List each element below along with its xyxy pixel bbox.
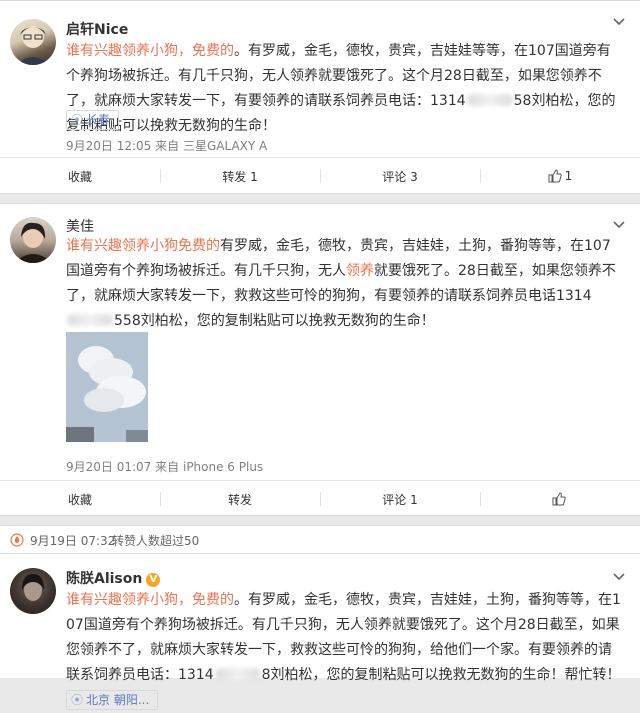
source-prefix: 来自 — [155, 460, 180, 474]
favorite-button[interactable]: 收藏 — [0, 158, 160, 194]
chevron-down-icon[interactable] — [612, 218, 626, 232]
weibo-post-3: 陈朕Alison V 谁有兴趣领养小狗，免费的。有罗威，金毛，德牧，贵宾，吉娃娃，… — [0, 553, 640, 710]
post-meta: 9月20日 01:07 来自 iPhone 6 Plus — [66, 458, 263, 475]
redacted-number — [466, 94, 513, 106]
avatar[interactable] — [10, 568, 56, 614]
like-button[interactable] — [480, 481, 640, 517]
author-name[interactable]: 美佳 — [66, 216, 94, 236]
trending-banner: 9月19日 07:32 转赞人数超过50 — [0, 525, 640, 555]
avatar[interactable] — [10, 217, 56, 263]
action-bar: 收藏 转发 1 评论 3 1 — [0, 157, 640, 194]
banner-text: 转赞人数超过50 — [112, 534, 200, 548]
thumbs-up-icon — [552, 492, 566, 506]
source-prefix: 来自 — [155, 139, 180, 153]
location-badge[interactable]: ⦿ 北京 朝阳... — [66, 690, 159, 710]
comment-button[interactable]: 评论 3 — [320, 158, 480, 194]
author-name[interactable]: 陈朕Alison V — [66, 568, 161, 588]
author-name[interactable]: 启轩Nice — [66, 19, 128, 39]
post-time[interactable]: 9月20日 12:05 — [66, 139, 151, 153]
post-text: 谁有兴趣领养小狗免费的有罗威，金毛，德牧，贵宾，吉娃娃，土狗，番狗等等，在107… — [66, 238, 616, 329]
fire-icon — [10, 533, 24, 547]
repost-button[interactable]: 转发 1 — [160, 158, 320, 194]
post-text-highlight[interactable]: 谁有兴趣领养小狗，免费的 — [66, 43, 234, 59]
location-badge[interactable]: ⦿ 长春 — [66, 110, 120, 130]
post-time[interactable]: 9月20日 01:07 — [66, 460, 151, 474]
post-source[interactable]: 三星GALAXY A — [183, 139, 267, 153]
chevron-down-icon[interactable] — [612, 15, 626, 29]
post-source[interactable]: iPhone 6 Plus — [183, 460, 263, 474]
avatar-image — [14, 222, 52, 263]
avatar-image — [16, 26, 50, 65]
action-bar: 收藏 转发 评论 1 — [0, 480, 640, 517]
weibo-post-2: 美佳 谁有兴趣领养小狗免费的有罗威，金毛，德牧，贵宾，吉娃娃，土狗，番狗等等，在… — [0, 203, 640, 516]
post-text: 谁有兴趣领养小狗，免费的。有罗威，金毛，德牧，贵宾，吉娃娃，土狗，番狗等等，在1… — [66, 588, 624, 713]
location-pin-icon: ⦿ — [71, 693, 84, 707]
avatar-image — [22, 574, 44, 601]
favorite-button[interactable]: 收藏 — [0, 481, 160, 517]
post-photo[interactable] — [66, 332, 148, 442]
thumbs-up-icon — [548, 169, 562, 183]
redacted-number — [214, 668, 261, 680]
post-meta: 9月20日 12:05 来自 三星GALAXY A — [66, 137, 267, 154]
comment-button[interactable]: 评论 1 — [320, 481, 480, 517]
weibo-post-1: 启轩Nice 谁有兴趣领养小狗，免费的。有罗威，金毛，德牧，贵宾，吉娃娃等等，在… — [0, 0, 640, 194]
repost-button[interactable]: 转发 — [160, 481, 320, 517]
post-text: 谁有兴趣领养小狗，免费的。有罗威，金毛，德牧，贵宾，吉娃娃等等，在107国道旁有… — [66, 43, 616, 134]
vip-badge-icon: V — [146, 573, 161, 587]
avatar[interactable] — [10, 19, 56, 65]
chevron-down-icon[interactable] — [612, 570, 626, 584]
location-row: ⦿ 长春 — [66, 110, 120, 130]
post-text-highlight[interactable]: 谁有兴趣领养小狗，免费的 — [66, 592, 234, 608]
like-button[interactable]: 1 — [480, 158, 640, 194]
sky-cloud-image — [66, 332, 148, 442]
post-text-highlight[interactable]: 谁有兴趣领养小狗免费的 — [66, 238, 220, 254]
location-pin-icon: ⦿ — [71, 113, 84, 127]
redacted-number — [67, 314, 113, 326]
banner-date: 9月19日 07:32 — [30, 534, 116, 548]
